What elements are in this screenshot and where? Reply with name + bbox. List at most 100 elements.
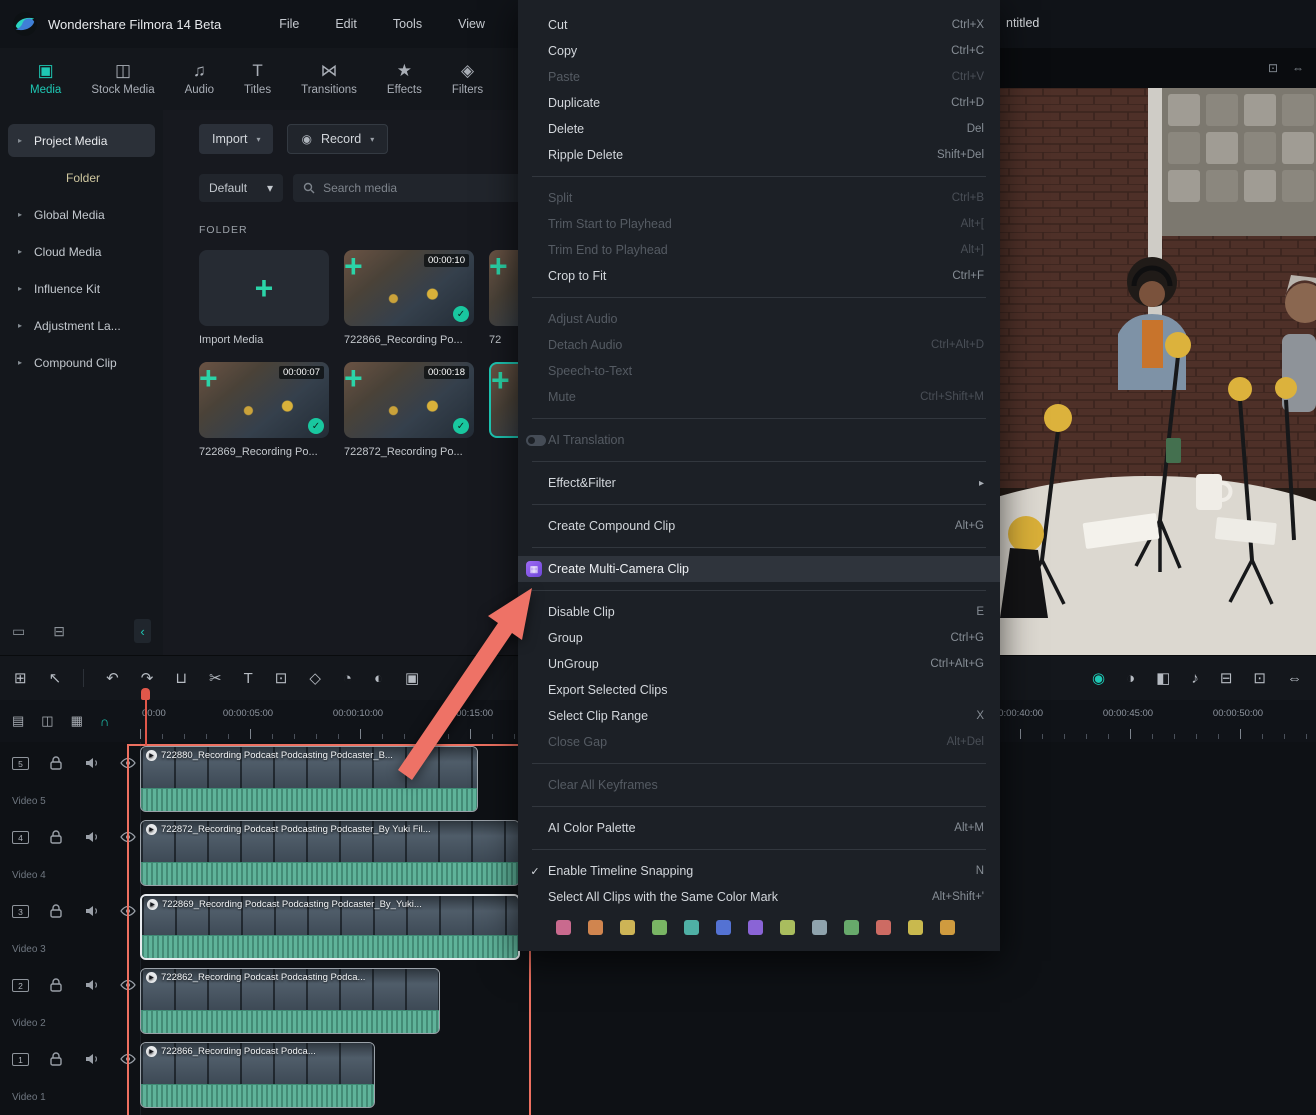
color-mark-swatch[interactable] <box>780 920 795 935</box>
color-icon[interactable]: ◐ <box>374 671 383 686</box>
menu-item-disable-clip[interactable]: Disable Clip E <box>518 599 1000 625</box>
text-tool-icon[interactable]: T <box>244 671 253 686</box>
menu-item-detach-audio[interactable]: Detach Audio Ctrl+Alt+D <box>518 332 1000 358</box>
tab-effects[interactable]: ★ Effects <box>387 62 422 96</box>
color-mark-swatch[interactable] <box>908 920 923 935</box>
manage-tracks-icon[interactable]: ▤ <box>12 713 24 729</box>
hide-track-icon[interactable] <box>120 829 136 845</box>
color-mark-swatch[interactable] <box>652 920 667 935</box>
track-number-badge[interactable]: 4 <box>12 831 29 844</box>
mute-track-icon[interactable] <box>84 1051 100 1067</box>
select-tool-icon[interactable]: ↖ <box>49 671 62 686</box>
redo-icon[interactable]: ↷ <box>141 671 154 686</box>
menu-item-effect-filter[interactable]: Effect&Filter <box>518 470 1000 496</box>
menu-item-ai-translation[interactable]: AI Translation <box>518 427 1000 453</box>
sidebar-item-adjustment-la[interactable]: ▸ Adjustment La... <box>8 309 155 342</box>
mute-track-icon[interactable] <box>84 755 100 771</box>
menu-item-trim-start-to-playhead[interactable]: Trim Start to Playhead Alt+[ <box>518 211 1000 237</box>
track-number-badge[interactable]: 1 <box>12 1053 29 1066</box>
sidebar-item-influence-kit[interactable]: ▸ Influence Kit <box>8 272 155 305</box>
menu-item-paste[interactable]: Paste Ctrl+V <box>518 64 1000 90</box>
track-number-badge[interactable]: 2 <box>12 979 29 992</box>
sidebar-item-compound-clip[interactable]: ▸ Compound Clip <box>8 346 155 379</box>
render-preview-icon[interactable]: ▦ <box>71 713 83 729</box>
color-mark-swatch[interactable] <box>556 920 571 935</box>
hide-track-icon[interactable] <box>120 1051 136 1067</box>
lock-track-icon[interactable] <box>48 829 64 845</box>
menu-item-ripple-delete[interactable]: Ripple Delete Shift+Del <box>518 142 1000 168</box>
timeline-clip[interactable]: 722869_Recording Podcast Podcasting Podc… <box>140 894 520 960</box>
menu-view[interactable]: View <box>458 17 485 31</box>
track-number-badge[interactable]: 5 <box>12 757 29 770</box>
menu-item-mute[interactable]: Mute Ctrl+Shift+M <box>518 384 1000 410</box>
undo-icon[interactable]: ↶ <box>106 671 119 686</box>
keyframe-icon[interactable]: ◇ <box>309 671 321 686</box>
mute-track-icon[interactable] <box>84 829 100 845</box>
snapping-magnet-icon[interactable]: ∩ <box>100 714 109 729</box>
delete-icon[interactable]: ⊔ <box>175 671 187 686</box>
tab-media[interactable]: ▣ Media <box>30 62 61 96</box>
color-mark-swatch[interactable] <box>620 920 635 935</box>
layout-grid-icon[interactable]: ⊞ <box>14 671 27 686</box>
menu-item-clear-all-keyframes[interactable]: Clear All Keyframes <box>518 772 1000 798</box>
menu-item-group[interactable]: Group Ctrl+G <box>518 625 1000 651</box>
color-mark-swatch[interactable] <box>844 920 859 935</box>
menu-item-ungroup[interactable]: UnGroup Ctrl+Alt+G <box>518 651 1000 677</box>
menu-item-enable-timeline-snapping[interactable]: Enable Timeline Snapping N <box>518 858 1000 884</box>
import-button[interactable]: Import ▾ <box>199 124 273 154</box>
hide-track-icon[interactable] <box>120 977 136 993</box>
record-button[interactable]: ◉ Record ▾ <box>287 124 388 154</box>
menu-item-speech-to-text[interactable]: Speech-to-Text <box>518 358 1000 384</box>
preview-fullscreen-icon[interactable]: ⇔ <box>1292 61 1304 75</box>
media-thumbnail[interactable]: Import Media <box>199 250 329 346</box>
menu-item-duplicate[interactable]: Duplicate Ctrl+D <box>518 90 1000 116</box>
new-folder-icon[interactable]: ▭ <box>12 623 25 640</box>
sidebar-item-folder[interactable]: ▸ Folder <box>8 161 155 194</box>
tab-stock-media[interactable]: ◫ Stock Media <box>91 62 154 96</box>
media-thumbnail[interactable]: 00:00:18 722872_Recording Po... <box>344 362 474 458</box>
lock-track-icon[interactable] <box>48 755 64 771</box>
menu-item-create-compound-clip[interactable]: Create Compound Clip Alt+G <box>518 513 1000 539</box>
hide-track-icon[interactable] <box>120 903 136 919</box>
add-track-icon[interactable]: ◫ <box>41 713 53 729</box>
color-mark-swatch[interactable] <box>684 920 699 935</box>
lock-track-icon[interactable] <box>48 903 64 919</box>
sort-dropdown[interactable]: Default ▾ <box>199 174 283 202</box>
menu-item-trim-end-to-playhead[interactable]: Trim End to Playhead Alt+] <box>518 237 1000 263</box>
color-mark-swatch[interactable] <box>588 920 603 935</box>
tab-titles[interactable]: T Titles <box>244 62 271 96</box>
media-thumbnail[interactable]: 00:00:10 722866_Recording Po... <box>344 250 474 346</box>
menu-item-split[interactable]: Split Ctrl+B <box>518 185 1000 211</box>
sidebar-item-global-media[interactable]: ▸ Global Media <box>8 198 155 231</box>
expand-timeline-icon[interactable]: ⇔ <box>1287 671 1302 686</box>
timeline-clip[interactable]: 722866_Recording Podcast Podca... <box>140 1042 375 1108</box>
hide-track-icon[interactable] <box>120 755 136 771</box>
menu-file[interactable]: File <box>279 17 299 31</box>
menu-item-select-clip-range[interactable]: Select Clip Range X <box>518 703 1000 729</box>
menu-item-create-multi-camera-clip[interactable]: Create Multi-Camera Clip <box>518 556 1000 582</box>
menu-item-copy[interactable]: Copy Ctrl+C <box>518 38 1000 64</box>
media-thumbnail[interactable]: 00:00:07 722869_Recording Po... <box>199 362 329 458</box>
color-mark-swatch[interactable] <box>748 920 763 935</box>
menu-item-adjust-audio[interactable]: Adjust Audio <box>518 306 1000 332</box>
audio-mixer-icon[interactable]: ⊟ <box>1220 671 1233 686</box>
tab-audio[interactable]: ♫ Audio <box>185 62 214 96</box>
chroma-key-icon[interactable]: ◉ <box>1092 671 1105 686</box>
menu-item-cut[interactable]: Cut Ctrl+X <box>518 12 1000 38</box>
snapshot-icon[interactable]: ⊡ <box>1253 671 1266 686</box>
timeline-clip[interactable]: 722880_Recording Podcast Podcasting Podc… <box>140 746 478 812</box>
menu-item-ai-color-palette[interactable]: AI Color Palette Alt+M <box>518 815 1000 841</box>
menu-item-close-gap[interactable]: Close Gap Alt+Del <box>518 729 1000 755</box>
timeline-clip[interactable]: 722872_Recording Podcast Podcasting Podc… <box>140 820 520 886</box>
sidebar-item-project-media[interactable]: ▸ Project Media <box>8 124 155 157</box>
color-mark-swatch[interactable] <box>812 920 827 935</box>
menu-item-delete[interactable]: Delete Del <box>518 116 1000 142</box>
tab-transitions[interactable]: ⋈ Transitions <box>301 62 357 96</box>
timeline-clip[interactable]: 722862_Recording Podcast Podcasting Podc… <box>140 968 440 1034</box>
lock-track-icon[interactable] <box>48 1051 64 1067</box>
menu-tools[interactable]: Tools <box>393 17 422 31</box>
collapse-panel-icon[interactable]: ‹ <box>134 619 151 643</box>
menu-item-select-all-clips-with-the-same-color-mark[interactable]: Select All Clips with the Same Color Mar… <box>518 884 1000 910</box>
crop-icon[interactable]: ⊡ <box>275 671 288 686</box>
color-mark-swatch[interactable] <box>876 920 891 935</box>
